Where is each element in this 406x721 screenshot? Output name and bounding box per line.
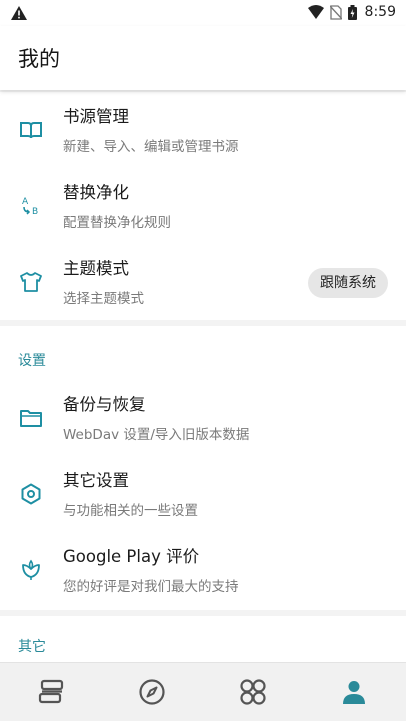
nav-rss[interactable]	[202, 663, 303, 721]
open-book-icon	[19, 92, 43, 168]
nav-discover[interactable]	[101, 663, 202, 721]
item-subtitle: 您的好评是对我们最大的支持	[63, 579, 239, 595]
item-subtitle: WebDav 设置/导入旧版本数据	[63, 427, 250, 443]
section-header-settings: 设置	[18, 353, 46, 369]
item-title: 主题模式	[63, 259, 129, 278]
item-title: Google Play 评价	[63, 547, 200, 566]
warning-icon	[11, 6, 27, 20]
rss-icon	[239, 678, 267, 706]
bookshelf-icon	[37, 679, 65, 705]
item-subtitle: 选择主题模式	[63, 291, 144, 307]
nav-my[interactable]	[303, 663, 404, 721]
google-play-rate-item[interactable]: Google Play 评价 您的好评是对我们最大的支持	[0, 532, 406, 608]
app-bar: 我的	[0, 26, 406, 90]
replace-purify-item[interactable]: AB 替换净化 配置替换净化规则	[0, 168, 406, 244]
person-icon	[341, 679, 367, 705]
status-time: 8:59	[364, 4, 396, 20]
item-subtitle: 配置替换净化规则	[63, 215, 171, 231]
theme-mode-item[interactable]: 主题模式 选择主题模式 跟随系统	[0, 244, 406, 320]
book-source-management-item[interactable]: 书源管理 新建、导入、编辑或管理书源	[0, 92, 406, 168]
item-title: 替换净化	[63, 183, 129, 202]
other-card: 其它	[0, 616, 406, 662]
flower-icon	[19, 532, 43, 608]
main-settings-card: 书源管理 新建、导入、编辑或管理书源 AB 替换净化 配置替换净化规则 主题模式…	[0, 92, 406, 320]
section-header-other: 其它	[18, 639, 46, 655]
bottom-navigation	[0, 662, 406, 721]
other-settings-item[interactable]: 其它设置 与功能相关的一些设置	[0, 456, 406, 532]
tshirt-icon	[19, 244, 43, 320]
page-title: 我的	[18, 47, 60, 71]
find-replace-icon: AB	[19, 168, 43, 244]
item-title: 书源管理	[63, 107, 129, 126]
item-title: 其它设置	[63, 471, 129, 490]
compass-icon	[138, 678, 166, 706]
item-subtitle: 与功能相关的一些设置	[63, 503, 198, 519]
status-bar: 8:59	[0, 0, 406, 26]
folder-icon	[19, 380, 43, 456]
item-subtitle: 新建、导入、编辑或管理书源	[63, 139, 239, 155]
svg-text:B: B	[32, 207, 38, 217]
battery-icon	[347, 4, 357, 20]
no-sim-icon	[329, 4, 342, 20]
status-icons: 8:59	[307, 4, 396, 20]
item-title: 备份与恢复	[63, 395, 146, 414]
svg-text:A: A	[22, 197, 29, 207]
backup-restore-item[interactable]: 备份与恢复 WebDav 设置/导入旧版本数据	[0, 380, 406, 456]
wifi-icon	[307, 5, 324, 19]
theme-mode-chip[interactable]: 跟随系统	[308, 268, 388, 298]
settings-card: 设置 备份与恢复 WebDav 设置/导入旧版本数据 其它设置 与功能相关的一些…	[0, 326, 406, 610]
nav-bookshelf[interactable]	[0, 663, 101, 721]
settings-hex-icon	[19, 456, 43, 532]
